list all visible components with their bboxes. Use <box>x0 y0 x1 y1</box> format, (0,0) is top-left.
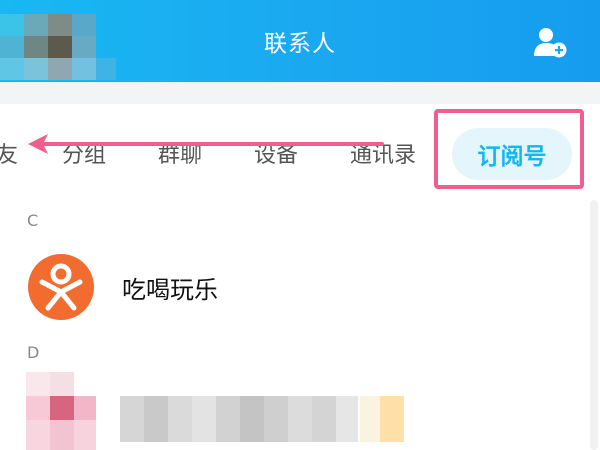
list-scrollbar[interactable] <box>590 200 598 450</box>
search-bar-gap <box>0 82 600 104</box>
contact-name[interactable]: 吃喝玩乐 <box>122 270 218 305</box>
highlight-annotation-box <box>434 109 584 189</box>
swipe-left-arrow-icon <box>28 134 384 154</box>
section-header-d: D <box>27 343 40 362</box>
top-bar: 联系人 <box>0 0 600 82</box>
section-header-c: C <box>27 211 39 230</box>
tab-friends[interactable]: 友 <box>0 142 18 170</box>
add-contact-icon[interactable] <box>532 26 568 58</box>
contact-avatar[interactable] <box>28 254 94 320</box>
page-title: 联系人 <box>264 31 336 57</box>
person-logo-icon <box>39 263 83 311</box>
